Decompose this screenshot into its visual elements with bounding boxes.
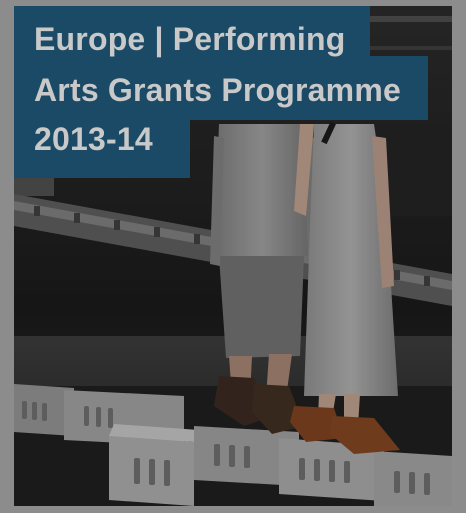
title-line-2[interactable]: Arts Grants Programme: [34, 70, 401, 110]
title-line-3[interactable]: 2013-14: [34, 119, 153, 159]
card-title[interactable]: Europe | Performing Arts Grants Programm…: [14, 6, 452, 178]
feature-card[interactable]: Europe | Performing Arts Grants Programm…: [14, 6, 452, 506]
title-line-1[interactable]: Europe | Performing: [34, 19, 345, 59]
